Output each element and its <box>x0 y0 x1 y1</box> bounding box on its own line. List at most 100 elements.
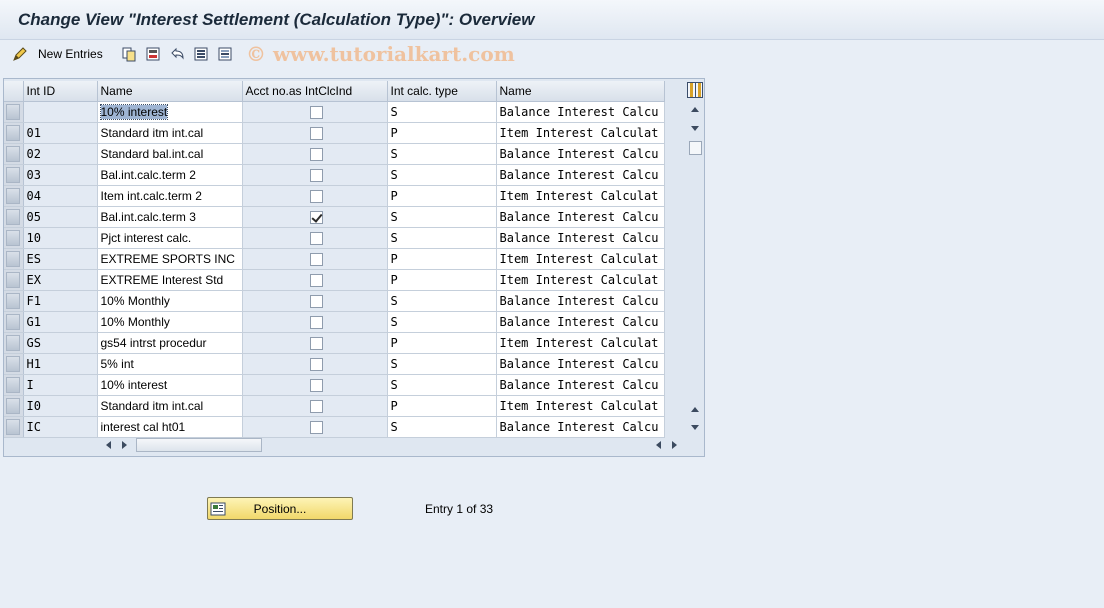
acct-no-checkbox[interactable] <box>309 378 323 392</box>
column-header-calc-name[interactable]: Name <box>496 81 665 102</box>
name-cell[interactable]: 10% interest <box>97 374 243 396</box>
name-cell[interactable]: 5% int <box>97 353 243 375</box>
row-selector[interactable] <box>4 416 24 438</box>
name-cell[interactable]: Bal.int.calc.term 2 <box>97 164 243 186</box>
acct-no-checkbox[interactable] <box>309 105 323 119</box>
row-selector[interactable] <box>4 206 24 228</box>
int-id-cell[interactable] <box>23 101 98 123</box>
table-row[interactable]: 05 Bal.int.calc.term 3 S Balance Interest C… <box>4 206 665 228</box>
int-calc-type-cell[interactable]: S <box>387 206 497 228</box>
scroll-right-end-icon[interactable] <box>672 441 677 449</box>
table-row[interactable]: GS gs54 intrst procedur P Item Interest Cal… <box>4 332 665 354</box>
table-row[interactable]: EX EXTREME Interest Std P Item Interest Cal… <box>4 269 665 291</box>
row-selector[interactable] <box>4 374 24 396</box>
acct-no-checkbox-cell[interactable] <box>242 164 388 186</box>
int-calc-type-cell[interactable]: S <box>387 143 497 165</box>
horizontal-scrollbar[interactable] <box>100 437 684 453</box>
acct-no-checkbox-cell[interactable] <box>242 332 388 354</box>
name-cell[interactable]: Standard itm int.cal <box>97 122 243 144</box>
row-selector[interactable] <box>4 395 24 417</box>
acct-no-checkbox-cell[interactable] <box>242 269 388 291</box>
int-calc-type-cell[interactable]: P <box>387 332 497 354</box>
row-selector[interactable] <box>4 311 24 333</box>
horizontal-scroll-thumb[interactable] <box>136 438 262 452</box>
table-row[interactable]: 03 Bal.int.calc.term 2 S Balance Interest C… <box>4 164 665 186</box>
column-header-int-calc-type[interactable]: Int calc. type <box>387 81 497 102</box>
int-id-cell[interactable]: ES <box>23 248 98 270</box>
scroll-page-down-icon[interactable] <box>691 425 699 430</box>
row-selector[interactable] <box>4 353 24 375</box>
scroll-page-up-icon[interactable] <box>691 407 699 412</box>
copy-button[interactable] <box>121 44 137 64</box>
column-settings-icon[interactable] <box>687 82 703 98</box>
int-calc-type-cell[interactable]: P <box>387 122 497 144</box>
scroll-left-end-icon[interactable] <box>656 441 661 449</box>
column-header-int-id[interactable]: Int ID <box>23 81 98 102</box>
acct-no-checkbox[interactable] <box>309 315 323 329</box>
acct-no-checkbox[interactable] <box>309 399 323 413</box>
table-row[interactable]: 02 Standard bal.int.cal S Balance Interest … <box>4 143 665 165</box>
acct-no-checkbox[interactable] <box>309 168 323 182</box>
name-cell[interactable]: Standard bal.int.cal <box>97 143 243 165</box>
table-row[interactable]: H1 5% int S Balance Interest Calcu <box>4 353 665 375</box>
name-cell[interactable]: Bal.int.calc.term 3 <box>97 206 243 228</box>
name-cell[interactable]: 10% Monthly <box>97 290 243 312</box>
acct-no-checkbox[interactable] <box>309 231 323 245</box>
scroll-thumb[interactable] <box>689 141 702 155</box>
row-selector[interactable] <box>4 290 24 312</box>
int-calc-type-cell[interactable]: S <box>387 290 497 312</box>
position-button[interactable]: Position... <box>207 497 353 520</box>
int-id-cell[interactable]: 10 <box>23 227 98 249</box>
int-id-cell[interactable]: 03 <box>23 164 98 186</box>
name-cell[interactable]: Item int.calc.term 2 <box>97 185 243 207</box>
table-row[interactable]: IC interest cal ht01 S Balance Interest Cal… <box>4 416 665 438</box>
acct-no-checkbox-cell[interactable] <box>242 395 388 417</box>
acct-no-checkbox-cell[interactable] <box>242 143 388 165</box>
int-id-cell[interactable]: EX <box>23 269 98 291</box>
int-calc-type-cell[interactable]: S <box>387 227 497 249</box>
row-selector[interactable] <box>4 332 24 354</box>
column-header-acct-no[interactable]: Acct no.as IntClcInd <box>242 81 388 102</box>
int-calc-type-cell[interactable]: S <box>387 353 497 375</box>
int-calc-type-cell[interactable]: S <box>387 311 497 333</box>
row-selector[interactable] <box>4 122 24 144</box>
table-row[interactable]: 10% interest S Balance Interest Calcu <box>4 101 665 123</box>
acct-no-checkbox-cell[interactable] <box>242 227 388 249</box>
column-header-name[interactable]: Name <box>97 81 243 102</box>
acct-no-checkbox-cell[interactable] <box>242 290 388 312</box>
row-selector[interactable] <box>4 164 24 186</box>
acct-no-checkbox-cell[interactable] <box>242 311 388 333</box>
undo-button[interactable] <box>169 44 185 64</box>
name-cell[interactable]: 10% interest <box>97 101 243 123</box>
int-calc-type-cell[interactable]: S <box>387 416 497 438</box>
acct-no-checkbox[interactable] <box>309 336 323 350</box>
table-row[interactable]: F1 10% Monthly S Balance Interest Calcu <box>4 290 665 312</box>
acct-no-checkbox-cell[interactable] <box>242 353 388 375</box>
table-row[interactable]: I 10% interest S Balance Interest Calcu <box>4 374 665 396</box>
int-id-cell[interactable]: 01 <box>23 122 98 144</box>
table-row[interactable]: ES EXTREME SPORTS INC P Item Interest Calcu… <box>4 248 665 270</box>
acct-no-checkbox-cell[interactable] <box>242 374 388 396</box>
deselect-all-button[interactable] <box>217 44 233 64</box>
acct-no-checkbox[interactable] <box>309 189 323 203</box>
acct-no-checkbox[interactable] <box>309 126 323 140</box>
int-id-cell[interactable]: 02 <box>23 143 98 165</box>
row-selector[interactable] <box>4 101 24 123</box>
acct-no-checkbox[interactable] <box>309 273 323 287</box>
row-selector[interactable] <box>4 227 24 249</box>
scroll-down-icon[interactable] <box>691 126 699 131</box>
int-calc-type-cell[interactable]: S <box>387 374 497 396</box>
row-selector[interactable] <box>4 269 24 291</box>
row-selector[interactable] <box>4 143 24 165</box>
name-cell[interactable]: Standard itm int.cal <box>97 395 243 417</box>
acct-no-checkbox[interactable] <box>309 147 323 161</box>
int-id-cell[interactable]: 05 <box>23 206 98 228</box>
int-calc-type-cell[interactable]: P <box>387 269 497 291</box>
select-all-button[interactable] <box>193 44 209 64</box>
row-selector[interactable] <box>4 248 24 270</box>
acct-no-checkbox[interactable] <box>309 420 323 434</box>
acct-no-checkbox[interactable] <box>309 294 323 308</box>
acct-no-checkbox[interactable] <box>309 252 323 266</box>
acct-no-checkbox[interactable] <box>309 210 323 224</box>
new-entries-button[interactable]: New Entries <box>12 44 103 64</box>
